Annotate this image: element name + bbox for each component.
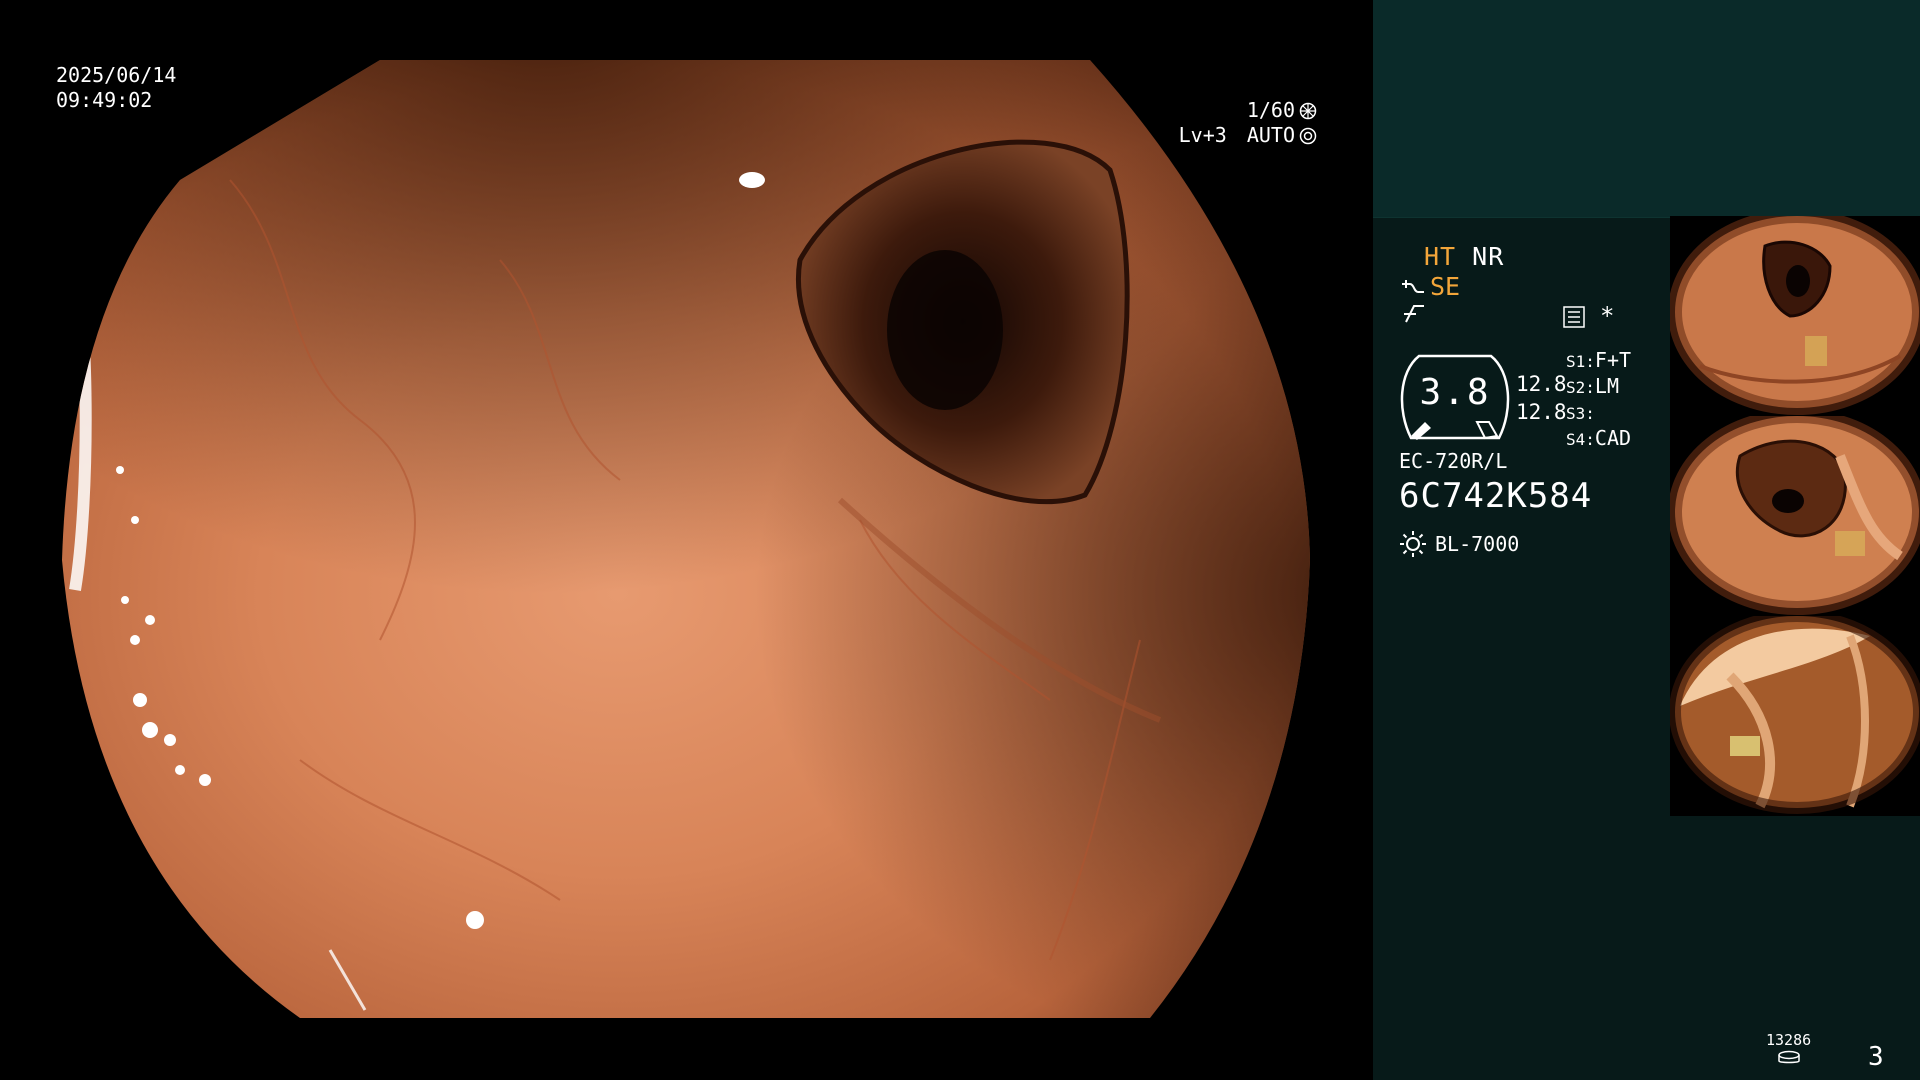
brightness-level: Lv+3 bbox=[1178, 123, 1227, 147]
iris-icon bbox=[1299, 127, 1317, 144]
gauge-value: 3.8 bbox=[1419, 372, 1491, 413]
endoscopic-image bbox=[62, 60, 1310, 1018]
image-mode-row: HT NR bbox=[1424, 242, 1504, 271]
scope-angle-icon bbox=[1404, 305, 1424, 323]
zoom-value-2: 12.8 bbox=[1516, 400, 1567, 424]
disk-icon bbox=[1778, 1050, 1800, 1064]
shutter-iris-display: 1/60 Lv+3 AUTO bbox=[1179, 98, 1317, 148]
light-source-row: BL-7000 bbox=[1399, 530, 1519, 558]
se-mode: SE bbox=[1430, 272, 1461, 301]
panel-header-area bbox=[1373, 0, 1920, 218]
switch-row: S2:LM bbox=[1566, 374, 1619, 398]
ht-mode: HT bbox=[1424, 242, 1457, 271]
scope-model: EC-720R/L bbox=[1399, 449, 1508, 473]
date-time-display: 2025/06/14 09:49:02 bbox=[56, 63, 176, 113]
endoscope-main-view: 2025/06/14 09:49:02 1/60 Lv+3 AUTO bbox=[0, 0, 1373, 1080]
zoom-values: 12.8 12.8 bbox=[1516, 370, 1567, 426]
time-text: 09:49:02 bbox=[56, 88, 153, 112]
date-text: 2025/06/14 bbox=[56, 63, 177, 87]
switch-row: S3: bbox=[1566, 404, 1595, 423]
scope-switches: S1:F+T S2:LM S3: S4:CAD bbox=[1566, 348, 1631, 452]
shutter-speed: 1/60 bbox=[1246, 98, 1295, 122]
light-source: BL-7000 bbox=[1435, 532, 1520, 556]
scope-angle-row bbox=[1402, 302, 1428, 330]
nr-mode: NR bbox=[1472, 242, 1505, 271]
switch-row: S1:F+T bbox=[1566, 348, 1632, 372]
page-number: 3 bbox=[1868, 1042, 1884, 1072]
endoscopy-thumbnail-2[interactable] bbox=[1670, 416, 1920, 616]
endoscopy-thumbnail-1[interactable] bbox=[1670, 216, 1920, 416]
aperture-icon bbox=[1299, 102, 1317, 119]
zoom-value-1: 12.8 bbox=[1516, 372, 1567, 396]
sun-icon bbox=[1400, 531, 1426, 557]
endoscopy-thumbnail-3[interactable] bbox=[1670, 616, 1920, 816]
storage-count: 13286 bbox=[1766, 1031, 1812, 1049]
asterisk-indicator: * bbox=[1600, 302, 1615, 330]
settings-list-icon bbox=[1563, 306, 1585, 328]
se-mode-row: SE bbox=[1400, 272, 1460, 301]
scope-serial: 6C742K584 bbox=[1399, 476, 1593, 516]
hose-icon bbox=[1402, 279, 1424, 293]
switch-row: S4:CAD bbox=[1566, 426, 1632, 450]
iris-mode: AUTO bbox=[1246, 123, 1295, 147]
